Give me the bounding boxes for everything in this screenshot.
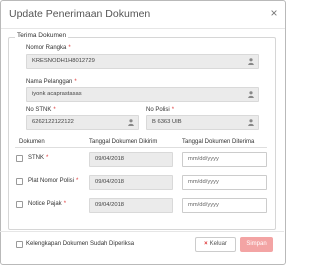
simpan-button[interactable]: Simpan <box>240 237 273 252</box>
close-icon: × <box>204 241 208 247</box>
no-stnk-field[interactable]: 6262122122122 <box>26 115 139 130</box>
user-icon <box>248 119 254 126</box>
user-icon <box>248 91 254 98</box>
kelengkapan-label: Kelengkapan Dokumen Sudah Diperiksa <box>26 241 135 247</box>
kelengkapan-checkbox[interactable] <box>16 241 23 248</box>
keluar-button[interactable]: × Keluar <box>195 237 236 252</box>
nama-pelanggan-field[interactable]: iyonk acaprastasas <box>26 87 259 102</box>
nama-pelanggan-label: Nama Pelanggan * <box>26 79 77 85</box>
notice-pajak-received-date[interactable]: mm/dd/yyyy <box>182 198 267 213</box>
nomor-rangka-field[interactable]: KRESNODH1H8012729 <box>26 54 259 69</box>
footer-divider <box>0 231 284 232</box>
stnk-sent-date[interactable]: 09/04/2018 <box>89 152 173 167</box>
no-polisi-field[interactable]: B 6363 UIB <box>146 115 259 130</box>
title-divider <box>1 28 285 29</box>
no-stnk-label: No STNK * <box>26 107 56 113</box>
nomor-rangka-label: Nomor Rangka * <box>26 45 71 51</box>
close-icon[interactable]: × <box>267 6 281 20</box>
header-tanggal-dikirim: Tanggal Dokumen Dikirim <box>89 139 158 145</box>
no-polisi-label: No Polisi * <box>146 107 175 113</box>
stnk-checkbox[interactable] <box>16 155 23 162</box>
header-tanggal-diterima: Tanggal Dokumen Diterima <box>182 139 255 145</box>
stnk-received-date[interactable]: mm/dd/yyyy <box>182 152 267 167</box>
user-icon <box>128 119 134 126</box>
stnk-label: STNK * <box>28 155 49 161</box>
plat-nomor-checkbox[interactable] <box>16 178 23 185</box>
header-dokumen: Dokumen <box>19 139 45 145</box>
notice-pajak-label: Notice Pajak * <box>28 201 67 207</box>
dialog-title: Update Penerimaan Dokumen <box>9 8 151 20</box>
fieldset-legend: Terima Dokumen <box>15 32 69 39</box>
plat-nomor-sent-date[interactable]: 09/04/2018 <box>89 175 173 190</box>
user-icon <box>248 58 254 65</box>
plat-nomor-label: Plat Nomor Polisi * <box>28 178 79 184</box>
plat-nomor-received-date[interactable]: mm/dd/yyyy <box>182 175 267 190</box>
notice-pajak-sent-date[interactable]: 09/04/2018 <box>89 198 173 213</box>
notice-pajak-checkbox[interactable] <box>16 201 23 208</box>
table-header-divider <box>15 147 267 148</box>
